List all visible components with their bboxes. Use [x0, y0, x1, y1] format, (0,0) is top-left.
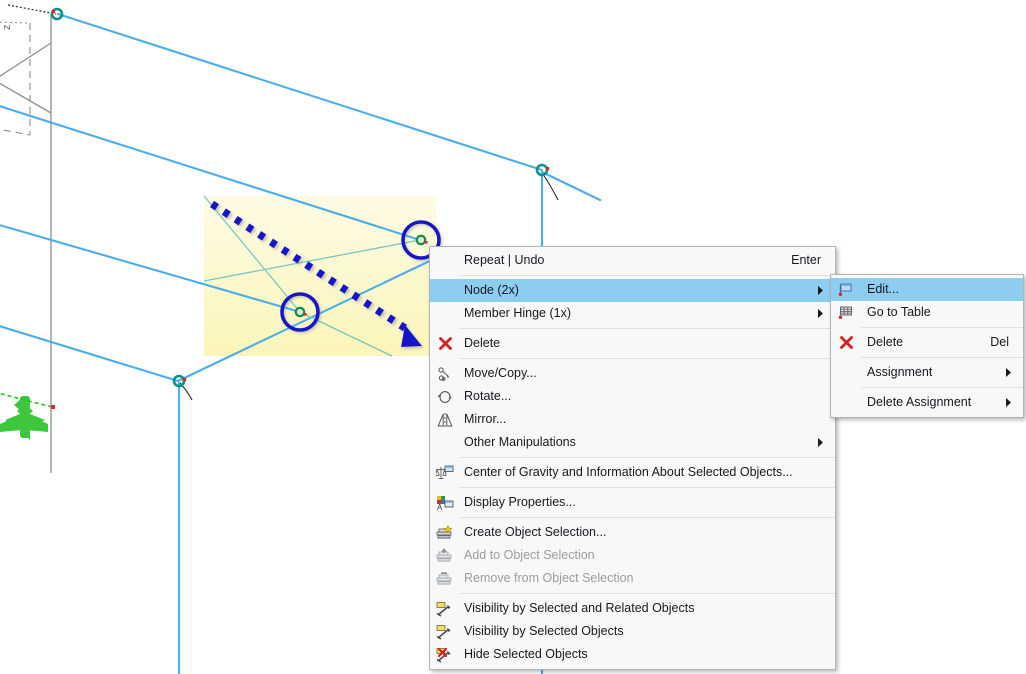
menu-separator: [460, 328, 835, 329]
menu-item-label: Node (2x): [460, 279, 811, 302]
menu-item-label: Add to Object Selection: [460, 544, 835, 567]
menu-separator: [460, 275, 835, 276]
menu-item-remove-from-object-selection[interactable]: Remove from Object Selection: [430, 567, 835, 590]
menu-item-label: Rotate...: [460, 385, 835, 408]
menu-item-move-copy[interactable]: Move/Copy...: [430, 362, 835, 385]
no-icon: [430, 431, 460, 454]
menu-item-center-of-gravity[interactable]: Center of Gravity and Information About …: [430, 461, 835, 484]
submenu-list: Edit... Go to Table: [831, 275, 1023, 417]
move-copy-icon: [430, 362, 460, 385]
scale-icon: [430, 461, 460, 484]
submenu-item-edit[interactable]: Edit...: [831, 278, 1023, 301]
edit-node-icon: [831, 278, 861, 301]
menu-item-display-properties[interactable]: A Display Properties...: [430, 491, 835, 514]
no-icon: [430, 249, 460, 272]
visibility-icon: [430, 620, 460, 643]
submenu-item-assignment[interactable]: Assignment: [831, 361, 1023, 384]
menu-item-label: Move/Copy...: [460, 362, 835, 385]
leader-line-top: [8, 5, 56, 14]
no-icon: [831, 361, 861, 384]
menu-separator: [460, 358, 835, 359]
menu-item-add-to-object-selection[interactable]: Add to Object Selection: [430, 544, 835, 567]
menu-item-label: Delete: [460, 332, 835, 355]
chevron-right-icon: [999, 368, 1023, 377]
red-x-icon: [430, 332, 460, 355]
svg-text:A: A: [437, 503, 443, 511]
chevron-right-icon: [811, 438, 835, 447]
menu-item-label: Create Object Selection...: [460, 521, 835, 544]
menu-separator: [460, 517, 835, 518]
menu-item-repeat-undo[interactable]: Repeat | Undo Enter: [430, 249, 835, 272]
submenu-separator: [861, 387, 1023, 388]
submenu-item-go-to-table[interactable]: Go to Table: [831, 301, 1023, 324]
context-menu-list: Repeat | Undo Enter Node (2x) Member Hin…: [430, 247, 835, 669]
submenu-item-shortcut: Del: [990, 331, 1023, 354]
no-icon: [831, 391, 861, 414]
submenu-separator: [861, 327, 1023, 328]
red-x-icon: [831, 331, 861, 354]
menu-item-rotate[interactable]: Rotate...: [430, 385, 835, 408]
menu-item-label: Display Properties...: [460, 491, 835, 514]
submenu-item-delete[interactable]: Delete Del: [831, 331, 1023, 354]
menu-item-label: Visibility by Selected Objects: [460, 620, 835, 643]
menu-item-create-object-selection[interactable]: Create Object Selection...: [430, 521, 835, 544]
submenu-item-delete-assignment[interactable]: Delete Assignment: [831, 391, 1023, 414]
submenu-item-label: Delete: [861, 331, 990, 354]
axis-label-z: z: [1, 25, 13, 31]
menu-item-member-hinge[interactable]: Member Hinge (1x): [430, 302, 835, 325]
create-selection-icon: [430, 521, 460, 544]
submenu-item-label: Assignment: [861, 361, 999, 384]
no-icon: [430, 279, 460, 302]
menu-item-label: Remove from Object Selection: [460, 567, 835, 590]
submenu-separator: [861, 357, 1023, 358]
context-menu[interactable]: Repeat | Undo Enter Node (2x) Member Hin…: [429, 246, 836, 670]
menu-item-visibility-selected-related[interactable]: Visibility by Selected and Related Objec…: [430, 597, 835, 620]
submenu-item-label: Edit...: [861, 278, 1023, 301]
menu-item-label: Visibility by Selected and Related Objec…: [460, 597, 835, 620]
menu-separator: [460, 487, 835, 488]
origin-symbol: [0, 392, 55, 440]
menu-item-label: Other Manipulations: [460, 431, 811, 454]
display-properties-icon: A: [430, 491, 460, 514]
menu-item-node[interactable]: Node (2x): [430, 279, 835, 302]
no-icon: [430, 302, 460, 325]
submenu-item-label: Delete Assignment: [861, 391, 999, 414]
visibility-related-icon: [430, 597, 460, 620]
menu-separator: [460, 457, 835, 458]
node-submenu[interactable]: Edit... Go to Table: [830, 274, 1024, 418]
menu-item-shortcut: Enter: [791, 249, 835, 272]
table-icon: [831, 301, 861, 324]
remove-selection-icon: [430, 567, 460, 590]
menu-item-hide-selected[interactable]: Hide Selected Objects: [430, 643, 835, 666]
rotate-icon: [430, 385, 460, 408]
menu-item-label: Hide Selected Objects: [460, 643, 835, 666]
menu-item-label: Member Hinge (1x): [460, 302, 811, 325]
menu-item-other-manipulations[interactable]: Other Manipulations: [430, 431, 835, 454]
menu-item-mirror[interactable]: Mirror...: [430, 408, 835, 431]
menu-item-label: Center of Gravity and Information About …: [460, 461, 835, 484]
menu-item-delete[interactable]: Delete: [430, 332, 835, 355]
menu-item-label: Mirror...: [460, 408, 835, 431]
mirror-icon: [430, 408, 460, 431]
menu-item-visibility-selected[interactable]: Visibility by Selected Objects: [430, 620, 835, 643]
submenu-item-label: Go to Table: [861, 301, 1023, 324]
add-selection-icon: [430, 544, 460, 567]
chevron-right-icon: [999, 398, 1023, 407]
menu-item-label: Repeat | Undo: [460, 249, 791, 272]
hide-objects-icon: [430, 643, 460, 666]
menu-separator: [460, 593, 835, 594]
